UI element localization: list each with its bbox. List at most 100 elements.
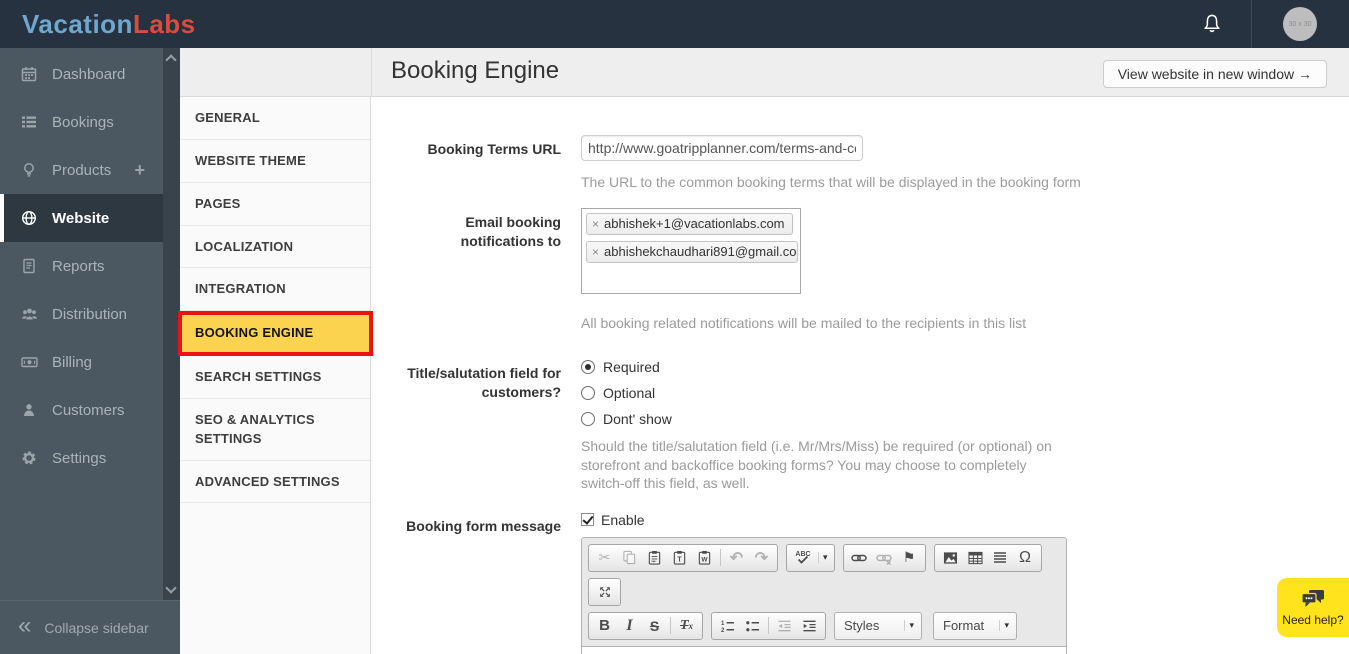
booking-terms-url-input[interactable]: [581, 135, 863, 161]
sidebar-item-label: Settings: [52, 450, 106, 467]
copy-icon[interactable]: [617, 547, 642, 569]
paste-plain-text-icon[interactable]: T: [667, 547, 692, 569]
page-title: Booking Engine: [391, 57, 559, 85]
brand-logo[interactable]: VacationLabs: [22, 9, 196, 40]
sidebar-item-label: Dashboard: [52, 66, 125, 83]
bold-icon[interactable]: B: [592, 615, 617, 637]
need-help-label: Need help?: [1282, 613, 1343, 627]
increase-indent-icon[interactable]: [797, 615, 822, 637]
sidebar-item-dashboard[interactable]: Dashboard: [0, 50, 163, 98]
brand-part-labs: Labs: [133, 9, 196, 39]
link-group: ⚑: [843, 544, 926, 572]
sidebar-item-website[interactable]: Website: [0, 194, 163, 242]
sidebar-item-products[interactable]: Products +: [0, 146, 163, 194]
sidebar-item-bookings[interactable]: Bookings: [0, 98, 163, 146]
toolbar-separator: [720, 549, 721, 566]
spellcheck-group: ABC ▾: [786, 544, 835, 572]
radio-option-dont-show[interactable]: Dont' show: [581, 411, 1349, 427]
subnav-item-integration[interactable]: INTEGRATION: [180, 268, 370, 311]
remove-tag-icon[interactable]: ×: [592, 245, 599, 259]
bulleted-list-icon[interactable]: [740, 615, 765, 637]
format-caret-icon: ▾: [999, 620, 1012, 631]
booking-engine-form: Booking Terms URL The URL to the common …: [371, 97, 1349, 654]
strikethrough-icon[interactable]: S: [642, 615, 667, 637]
notifications-button[interactable]: [1201, 13, 1223, 35]
svg-text:W: W: [701, 557, 708, 564]
email-notifications-row: Email booking notifications to × abhishe…: [391, 208, 1349, 332]
numbered-list-icon[interactable]: 12: [715, 615, 740, 637]
email-tags-input[interactable]: × abhishek+1@vacationlabs.com × abhishek…: [581, 208, 801, 294]
anchor-icon[interactable]: ⚑: [897, 547, 922, 569]
subnav-item-seo-analytics-settings[interactable]: SEO & ANALYTICS SETTINGS: [180, 399, 370, 461]
need-help-button[interactable]: Need help?: [1277, 578, 1349, 637]
radio-option-required[interactable]: Required: [581, 359, 1349, 375]
editor-content-area[interactable]: Selecteer een vertrekdatum om de prijs t…: [582, 646, 1066, 654]
italic-icon[interactable]: I: [617, 615, 642, 637]
maximize-icon[interactable]: [592, 581, 617, 603]
radio-button-optional[interactable]: [581, 386, 595, 400]
settings-subnav: GENERAL WEBSITE THEME PAGES LOCALIZATION…: [180, 97, 371, 654]
radio-button-required[interactable]: [581, 360, 595, 374]
table-icon[interactable]: [963, 547, 988, 569]
enable-checkbox[interactable]: [581, 513, 594, 526]
subnav-item-pages[interactable]: PAGES: [180, 183, 370, 226]
sidebar-item-distribution[interactable]: Distribution: [0, 290, 163, 338]
editor-toolbar-row1: ✂ T W ↶ ↷ ABC ▾: [582, 544, 1066, 572]
sidebar-item-label: Products: [52, 162, 111, 179]
subnav-item-general[interactable]: GENERAL: [180, 97, 370, 140]
undo-icon[interactable]: ↶: [724, 547, 749, 569]
view-website-button[interactable]: View website in new window →: [1103, 60, 1327, 88]
format-group: B I S Tx: [588, 612, 703, 640]
enable-label: Enable: [601, 512, 645, 528]
subnav-item-advanced-settings[interactable]: ADVANCED SETTINGS: [180, 461, 370, 504]
bell-icon: [1201, 13, 1223, 35]
scroll-up-icon[interactable]: [165, 54, 176, 65]
calendar-icon: [20, 66, 38, 82]
subnav-item-search-settings[interactable]: SEARCH SETTINGS: [180, 356, 370, 399]
subnav-item-website-theme[interactable]: WEBSITE THEME: [180, 140, 370, 183]
paste-from-word-icon[interactable]: W: [692, 547, 717, 569]
booking-terms-help: The URL to the common booking terms that…: [581, 173, 1349, 191]
sidebar-item-billing[interactable]: Billing: [0, 338, 163, 386]
format-dropdown-label: Format: [943, 618, 991, 633]
redo-icon[interactable]: ↷: [749, 547, 774, 569]
remove-tag-icon[interactable]: ×: [592, 217, 599, 231]
spellcheck-caret-icon[interactable]: ▾: [818, 552, 831, 563]
scroll-down-icon[interactable]: [165, 582, 176, 593]
enable-checkbox-row[interactable]: Enable: [581, 512, 1349, 528]
special-character-icon[interactable]: Ω: [1013, 547, 1038, 569]
rich-text-editor: ✂ T W ↶ ↷ ABC ▾: [581, 537, 1067, 654]
sidebar-item-reports[interactable]: Reports: [0, 242, 163, 290]
app: { "header": { "brand_blue": "Vacation", …: [0, 0, 1349, 654]
unlink-icon[interactable]: [872, 547, 897, 569]
spell-check-icon[interactable]: ABC: [790, 547, 816, 569]
globe-icon: [20, 210, 38, 226]
email-notifications-label: Email booking notifications to: [391, 208, 561, 332]
sidebar-item-label: Bookings: [52, 114, 114, 131]
radio-button-dont-show[interactable]: [581, 412, 595, 426]
sidebar-item-settings[interactable]: Settings: [0, 434, 163, 482]
email-tag: × abhishekchaudhari891@gmail.com: [586, 241, 798, 263]
booking-terms-label: Booking Terms URL: [391, 135, 561, 191]
collapse-sidebar-button[interactable]: « Collapse sidebar: [0, 600, 180, 654]
radio-option-optional[interactable]: Optional: [581, 385, 1349, 401]
sidebar: Dashboard Bookings Products + Website Re…: [0, 48, 163, 600]
decrease-indent-icon[interactable]: [772, 615, 797, 637]
format-dropdown[interactable]: Format ▾: [933, 612, 1017, 640]
paste-icon[interactable]: [642, 547, 667, 569]
styles-dropdown[interactable]: Styles ▾: [834, 612, 922, 640]
subnav-item-booking-engine[interactable]: BOOKING ENGINE: [178, 311, 373, 356]
radio-label: Required: [603, 359, 660, 375]
image-icon[interactable]: [938, 547, 963, 569]
email-tag: × abhishek+1@vacationlabs.com: [586, 213, 793, 235]
report-icon: [20, 258, 38, 274]
remove-format-icon[interactable]: Tx: [674, 615, 699, 637]
add-product-icon[interactable]: +: [134, 160, 145, 181]
avatar[interactable]: 30 x 30: [1283, 7, 1317, 41]
horizontal-rule-icon[interactable]: [988, 547, 1013, 569]
sidebar-item-customers[interactable]: Customers: [0, 386, 163, 434]
link-icon[interactable]: [847, 547, 872, 569]
cut-icon[interactable]: ✂: [592, 547, 617, 569]
title-salutation-label: Title/salutation field for customers?: [391, 359, 561, 492]
subnav-item-localization[interactable]: LOCALIZATION: [180, 226, 370, 269]
